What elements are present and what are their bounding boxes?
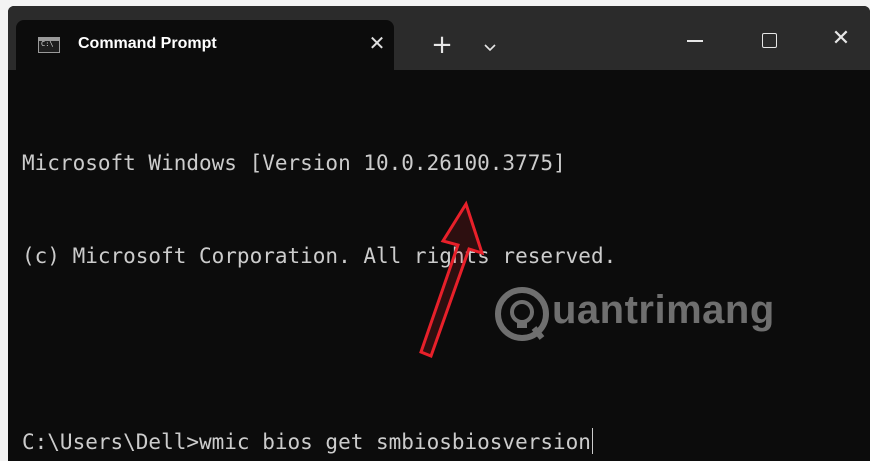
- watermark: uantrimang: [492, 280, 792, 350]
- watermark-text: uantrimang: [552, 288, 775, 332]
- quantrimang-logo-icon: [495, 287, 549, 341]
- arrow-annotation: [419, 200, 485, 358]
